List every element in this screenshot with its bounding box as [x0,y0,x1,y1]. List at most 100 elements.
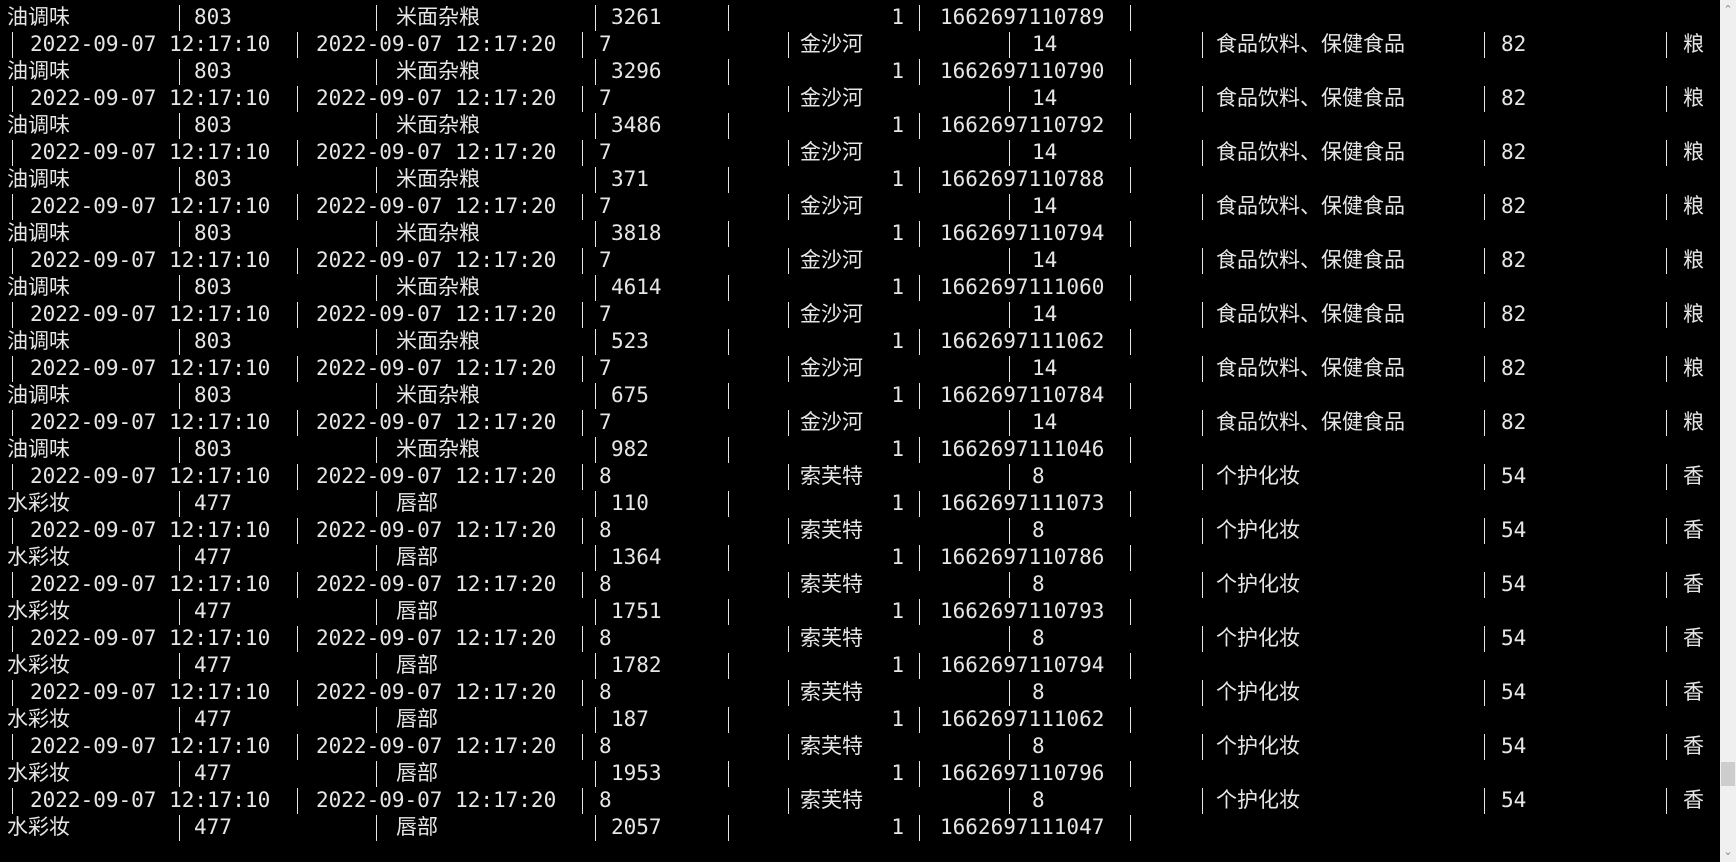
column-separator [376,383,377,409]
column-separator [179,59,180,85]
cell-category1-id: 14 [1032,302,1058,326]
column-separator [12,32,13,58]
cell-category3-name: 唇部 [396,761,438,785]
cell-start-time: 2022-09-07 12:17:10 [30,680,271,704]
cell-timestamp: 1662697110794 [940,653,1105,677]
cell-timestamp: 1662697111062 [940,707,1105,731]
cell-brand-name: 金沙河 [800,194,863,218]
cell-end-time: 2022-09-07 12:17:20 [316,194,557,218]
cell-category2-id: 54 [1501,518,1527,542]
cell-category1-name: 个护化妆 [1216,680,1300,704]
cell-count: 1 [891,329,904,353]
cell-category2-id: 82 [1501,410,1527,434]
table-row-line-b: 水彩妆 477 唇部 1953 1 1662697110796 [0,760,1720,787]
column-separator [179,167,180,193]
cell-brand-id: 8 [599,788,612,812]
column-separator [1202,788,1203,814]
cell-category2-id: 54 [1501,680,1527,704]
cell-end-time: 2022-09-07 12:17:20 [316,572,557,596]
column-separator [297,518,298,544]
column-separator [595,707,596,733]
cell-count: 1 [891,383,904,407]
cell-start-time: 2022-09-07 12:17:10 [30,248,271,272]
column-separator [1009,140,1010,166]
cell-timestamp: 1662697111073 [940,491,1105,515]
table-row-line-a: 2022-09-07 12:17:10 2022-09-07 12:17:20 8 索… [0,733,1720,760]
cell-timestamp: 1662697110796 [940,761,1105,785]
column-separator [1202,464,1203,490]
terminal-output[interactable]: 油调味 803 米面杂粮 3261 1 1662697110789 2022-09-07 1… [0,0,1720,862]
column-separator [595,437,596,463]
table-row-line-b: 油调味 803 米面杂粮 371 1 1662697110788 [0,166,1720,193]
cell-category1-name: 个护化妆 [1216,734,1300,758]
cell-category3-name: 米面杂粮 [396,383,480,407]
column-separator [728,653,729,679]
table-row-line-b: 油调味 803 米面杂粮 3296 1 1662697110790 [0,58,1720,85]
cell-category1-name: 个护化妆 [1216,464,1300,488]
column-separator [1666,356,1667,382]
cell-category2-id: 82 [1501,140,1527,164]
column-separator [1130,5,1131,31]
cell-brand-name: 金沙河 [800,140,863,164]
column-separator [788,194,789,220]
column-separator [919,5,920,31]
table-row-line-a: 2022-09-07 12:17:10 2022-09-07 12:17:20 8 索… [0,463,1720,490]
column-separator [1202,140,1203,166]
column-separator [12,140,13,166]
column-separator [1130,437,1131,463]
column-separator [1009,464,1010,490]
cell-category3-name: 米面杂粮 [396,329,480,353]
column-separator [376,113,377,139]
cell-category2-code: 477 [194,545,232,569]
cell-category2-name-rest: 水彩妆 [7,599,70,623]
column-separator [728,59,729,85]
column-separator [595,275,596,301]
column-separator [12,356,13,382]
column-separator [582,32,583,58]
column-separator [1484,572,1485,598]
cell-category1-id: 8 [1032,572,1045,596]
vertical-scrollbar[interactable]: ⌃ ⌄ [1720,0,1736,862]
table-row-line-a: 2022-09-07 12:17:10 2022-09-07 12:17:20 7 金… [0,409,1720,436]
column-separator [297,194,298,220]
column-separator [919,275,920,301]
column-separator [1666,680,1667,706]
cell-sku-id: 1782 [611,653,662,677]
column-separator [1009,410,1010,436]
column-separator [1130,329,1131,355]
column-separator [788,572,789,598]
table-row-line-a: 2022-09-07 12:17:10 2022-09-07 12:17:20 7 金… [0,139,1720,166]
cell-sku-id: 3486 [611,113,662,137]
cell-timestamp: 1662697110788 [940,167,1105,191]
column-separator [12,464,13,490]
cell-category2-name-rest: 油调味 [7,275,70,299]
column-separator [919,437,920,463]
cell-category2-name-rest: 油调味 [7,437,70,461]
column-separator [1130,653,1131,679]
cell-count: 1 [891,437,904,461]
column-separator [919,59,920,85]
cell-sku-id: 1751 [611,599,662,623]
cell-timestamp: 1662697111047 [940,815,1105,839]
cell-category2-code: 803 [194,5,232,29]
cell-category1-id: 14 [1032,32,1058,56]
table-row-line-b: 水彩妆 477 唇部 187 1 1662697111062 [0,706,1720,733]
cell-count: 1 [891,5,904,29]
column-separator [919,167,920,193]
scrollbar-thumb[interactable] [1721,762,1735,787]
cell-category2-id: 82 [1501,302,1527,326]
cell-timestamp: 1662697110792 [940,113,1105,137]
cell-category2-name-rest: 油调味 [7,329,70,353]
cell-count: 1 [891,275,904,299]
scroll-down-arrow-icon[interactable]: ⌄ [1720,844,1736,860]
column-separator [179,437,180,463]
scroll-up-arrow-icon[interactable]: ⌃ [1720,2,1736,18]
cell-category2-id: 82 [1501,32,1527,56]
column-separator [297,356,298,382]
cell-category3-name: 米面杂粮 [396,275,480,299]
cell-sku-id: 523 [611,329,649,353]
column-separator [179,383,180,409]
column-separator [1666,788,1667,814]
column-separator [582,572,583,598]
cell-brand-name: 索芙特 [800,572,863,596]
